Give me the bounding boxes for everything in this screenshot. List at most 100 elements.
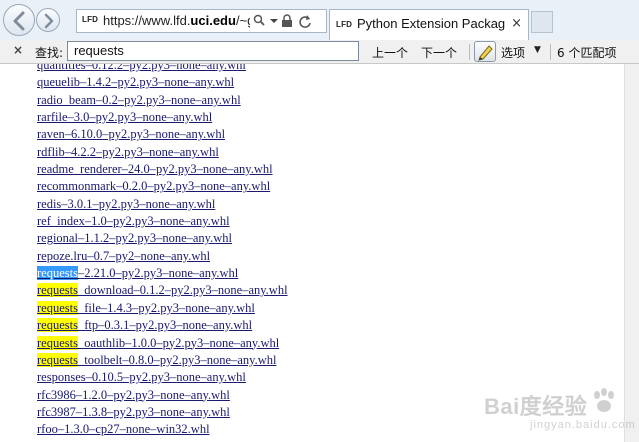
list-item: responses–0.10.5–py2.py3–none–any.whl xyxy=(37,369,288,386)
match-highlight: requests xyxy=(37,300,78,315)
file-name-text: ref_index–1.0–py2.py3–none–any.whl xyxy=(37,214,230,229)
file-name-text: readme_renderer–24.0–py2.py3–none–any.wh… xyxy=(37,162,273,177)
file-name-text: rfc3987–1.3.8–py2.py3–none–any.whl xyxy=(37,404,230,419)
watermark-url: jingyan.baidu.com xyxy=(530,419,636,431)
file-link[interactable]: ref_index–1.0–py2.py3–none–any.whl xyxy=(37,214,230,228)
file-name-text: repoze.lru–0.7–py2–none–any.whl xyxy=(37,248,211,263)
file-name-text: rfc3986–1.2.0–py2.py3–none–any.whl xyxy=(37,387,230,402)
file-name-text: _ftp–0.3.1–py2.py3–none–any.whl xyxy=(77,318,253,333)
list-item: rfoo–1.3.0–cp27–none–win32.whl xyxy=(37,421,288,438)
file-name-text: recommonmark–0.2.0–py2.py3–none–any.whl xyxy=(37,179,271,194)
file-name-text: rfoo–1.3.0–cp27–none–win32.whl xyxy=(37,422,210,437)
find-label: 查找: xyxy=(35,46,64,60)
list-item: raven–6.10.0–py2.py3–none–any.whl xyxy=(37,126,288,143)
arrow-left-icon xyxy=(13,11,25,31)
file-link[interactable]: requests_download–0.1.2–py2.py3–none–any… xyxy=(37,283,288,298)
browser-toolbar: LFD https://www.lfd.uci.edu/~g LFD Pytho… xyxy=(0,0,639,41)
match-count: 6 个匹配项 xyxy=(557,46,617,60)
list-item: rfc3987–1.3.8–py2.py3–none–any.whl xyxy=(37,404,288,421)
file-name-text: rarfile–3.0–py2.py3–none–any.whl xyxy=(37,110,213,125)
file-name-text: rdflib–4.2.2–py2.py3–none–any.whl xyxy=(37,144,219,159)
file-link[interactable]: rfc3987–1.3.8–py2.py3–none–any.whl xyxy=(37,405,230,419)
match-highlight: requests xyxy=(37,283,78,298)
file-link[interactable]: requests_toolbelt–0.8.0–py2.py3–none–any… xyxy=(37,352,277,367)
file-name-text: _file–1.4.3–py2.py3–none–any.whl xyxy=(77,300,255,315)
tab-site-badge: LFD xyxy=(336,20,353,29)
list-item: rfc3986–1.2.0–py2.py3–none–any.whl xyxy=(37,387,288,404)
separator xyxy=(550,44,551,60)
find-bar: × 查找: requests 上一个 下一个 选项 ▼ 6 个匹配项 xyxy=(0,40,639,64)
list-item: requests_toolbelt–0.8.0–py2.py3–none–any… xyxy=(37,352,288,369)
lock-icon[interactable] xyxy=(281,14,293,28)
back-button[interactable] xyxy=(3,4,35,36)
list-item: rdflib–4.2.2–py2.py3–none–any.whl xyxy=(37,144,288,161)
watermark-brand: Bai度经验 xyxy=(484,394,588,419)
file-name-text: regional–1.1.2–py2.py3–none–any.whl xyxy=(37,231,232,246)
refresh-icon[interactable] xyxy=(298,14,312,28)
list-item: requests_oauthlib–1.0.0–py2.py3–none–any… xyxy=(37,335,288,352)
find-input[interactable]: requests xyxy=(67,41,359,61)
find-previous-button[interactable]: 上一个 xyxy=(372,44,408,61)
find-next-button[interactable]: 下一个 xyxy=(421,44,457,61)
file-link[interactable]: readme_renderer–24.0–py2.py3–none–any.wh… xyxy=(37,162,273,176)
file-link[interactable]: radio_beam–0.2–py2.py3–none–any.whl xyxy=(37,93,241,107)
site-badge: LFD xyxy=(82,15,99,24)
options-dropdown-icon[interactable]: ▼ xyxy=(534,45,541,55)
tab-title: Python Extension Packag xyxy=(357,16,506,31)
file-link[interactable]: repoze.lru–0.7–py2–none–any.whl xyxy=(37,249,210,263)
file-link[interactable]: rarfile–3.0–py2.py3–none–any.whl xyxy=(37,110,212,124)
file-link[interactable]: recommonmark–0.2.0–py2.py3–none–any.whl xyxy=(37,179,270,193)
arrow-right-icon xyxy=(44,13,54,29)
forward-button[interactable] xyxy=(36,8,60,32)
file-link[interactable]: requests_file–1.4.3–py2.py3–none–any.whl xyxy=(37,300,255,315)
file-link[interactable]: requests_oauthlib–1.0.0–py2.py3–none–any… xyxy=(37,335,280,350)
file-name-text: radio_beam–0.2–py2.py3–none–any.whl xyxy=(37,92,241,107)
list-item: requests_ftp–0.3.1–py2.py3–none–any.whl xyxy=(37,317,288,334)
highlight-all-button[interactable] xyxy=(474,41,496,62)
file-name-text: responses–0.10.5–py2.py3–none–any.whl xyxy=(37,370,246,385)
separator xyxy=(469,44,470,60)
file-name-text: _oauthlib–1.0.0–py2.py3–none–any.whl xyxy=(77,335,280,350)
list-item: radio_beam–0.2–py2.py3–none–any.whl xyxy=(37,92,288,109)
file-link[interactable]: quantities–0.12.2–py2.py3–none–any.whl xyxy=(37,64,246,72)
list-item: regional–1.1.2–py2.py3–none–any.whl xyxy=(37,230,288,247)
tab-close-button[interactable]: × xyxy=(511,16,522,31)
list-item: recommonmark–0.2.0–py2.py3–none–any.whl xyxy=(37,178,288,195)
file-link[interactable]: requests_ftp–0.3.1–py2.py3–none–any.whl xyxy=(37,318,253,333)
tab-python-extension-packages[interactable]: LFD Python Extension Packag × xyxy=(329,9,529,41)
current-match-highlight: requests xyxy=(37,266,78,281)
file-link[interactable]: regional–1.1.2–py2.py3–none–any.whl xyxy=(37,231,232,245)
file-link[interactable]: responses–0.10.5–py2.py3–none–any.whl xyxy=(37,370,246,384)
file-name-text: _download–0.1.2–py2.py3–none–any.whl xyxy=(77,283,288,298)
url-text[interactable]: https://www.lfd.uci.edu/~g xyxy=(103,13,250,28)
file-name-text: raven–6.10.0–py2.py3–none–any.whl xyxy=(37,127,226,142)
file-name-text: _toolbelt–0.8.0–py2.py3–none–any.whl xyxy=(77,352,277,367)
list-item: queuelib–1.4.2–py2.py3–none–any.whl xyxy=(37,74,288,91)
file-name-text: quantities–0.12.2–py2.py3–none–any.whl xyxy=(37,64,246,72)
list-item: requests_file–1.4.3–py2.py3–none–any.whl xyxy=(37,300,288,317)
list-item: rarfile–3.0–py2.py3–none–any.whl xyxy=(37,109,288,126)
file-name-text: redis–3.0.1–py2.py3–none–any.whl xyxy=(37,196,216,211)
file-link[interactable]: queuelib–1.4.2–py2.py3–none–any.whl xyxy=(37,75,234,89)
match-highlight: requests xyxy=(37,318,78,333)
file-link[interactable]: rdflib–4.2.2–py2.py3–none–any.whl xyxy=(37,145,219,159)
file-link[interactable]: requests–2.21.0–py2.py3–none–any.whl xyxy=(37,266,239,281)
file-list: quantities–0.12.2–py2.py3–none–any.whl qu… xyxy=(37,64,288,439)
pencil-icon xyxy=(478,45,493,61)
find-options-button[interactable]: 选项 xyxy=(501,44,525,61)
file-link[interactable]: raven–6.10.0–py2.py3–none–any.whl xyxy=(37,127,225,141)
list-item: requests_download–0.1.2–py2.py3–none–any… xyxy=(37,282,288,299)
dropdown-arrow-icon[interactable] xyxy=(269,14,279,28)
file-name-text: –2.21.0–py2.py3–none–any.whl xyxy=(77,266,239,281)
paw-icon xyxy=(594,388,614,412)
list-item: redis–3.0.1–py2.py3–none–any.whl xyxy=(37,196,288,213)
find-close-button[interactable]: × xyxy=(13,43,23,57)
file-link[interactable]: rfc3986–1.2.0–py2.py3–none–any.whl xyxy=(37,388,230,402)
file-link[interactable]: rfoo–1.3.0–cp27–none–win32.whl xyxy=(37,422,210,436)
list-item: quantities–0.12.2–py2.py3–none–any.whl xyxy=(37,64,288,74)
file-link[interactable]: redis–3.0.1–py2.py3–none–any.whl xyxy=(37,197,215,211)
address-bar[interactable]: LFD https://www.lfd.uci.edu/~g xyxy=(76,9,327,33)
search-icon[interactable] xyxy=(253,14,265,28)
list-item: repoze.lru–0.7–py2–none–any.whl xyxy=(37,248,288,265)
new-tab-button[interactable] xyxy=(531,11,553,33)
